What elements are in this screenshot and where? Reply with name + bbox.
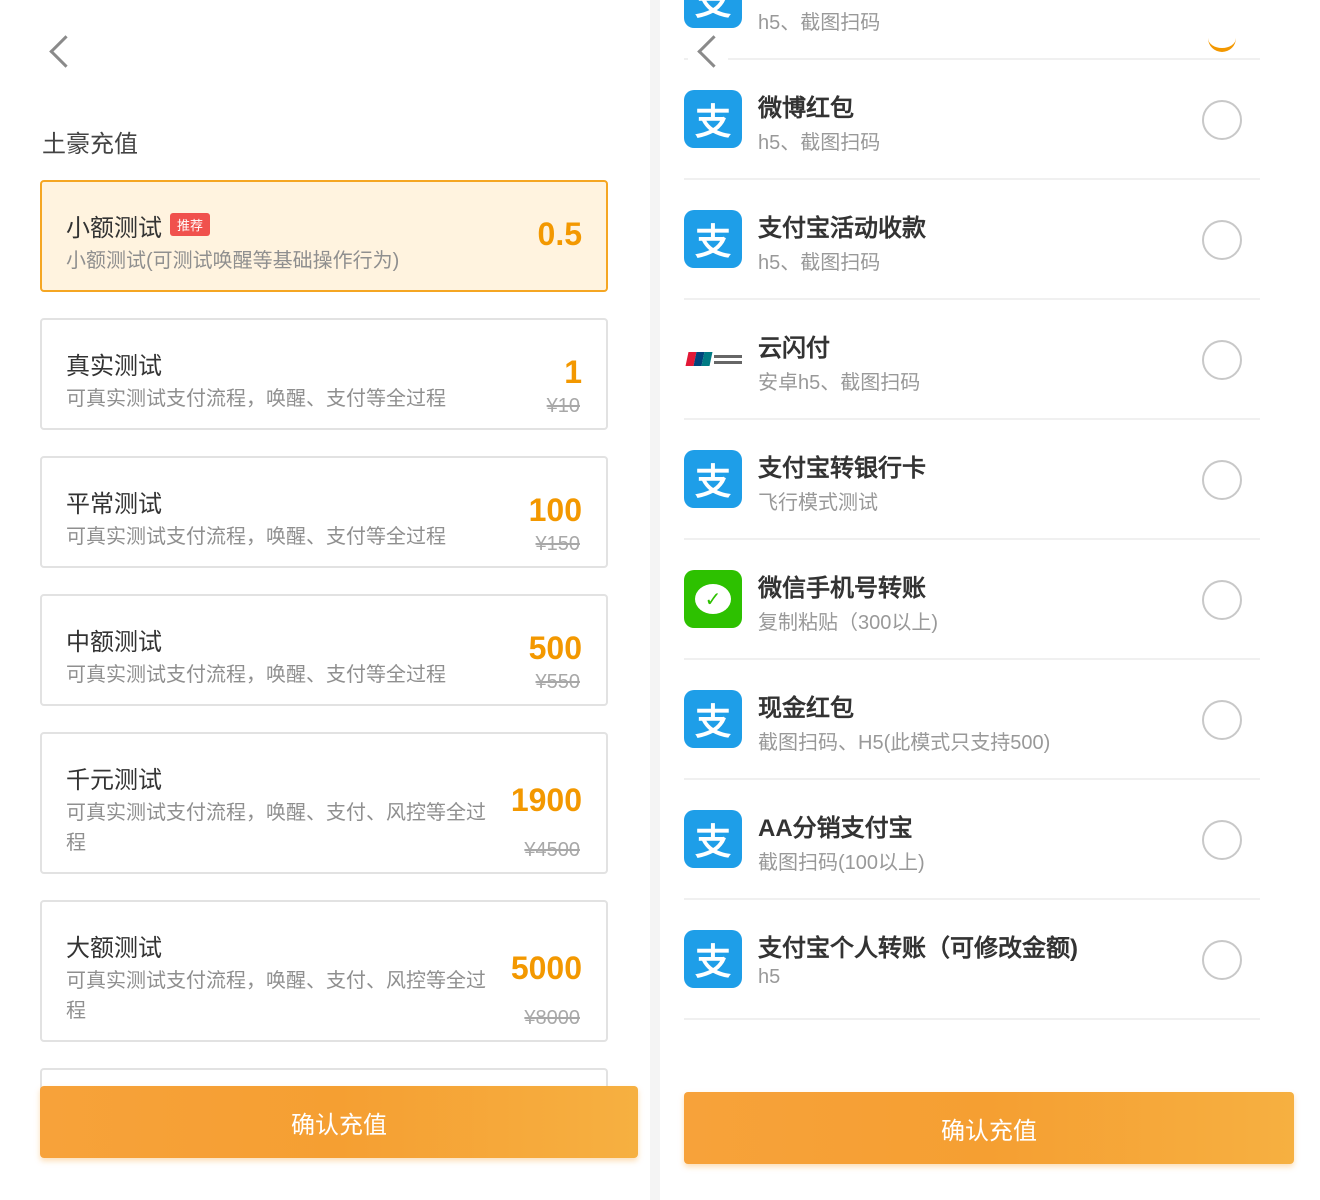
method-desc: h5 <box>758 966 781 988</box>
recharge-plan-panel: 土豪充值 小额测试 推荐 小额测试(可测试唤醒等基础操作行为) 0.5 真实测试 … <box>0 0 660 1200</box>
method-name: 支付宝活动收款 <box>758 215 926 242</box>
payment-method-wechat-phone[interactable]: ✓ 微信手机号转账 复制粘贴（300以上) <box>684 540 1260 660</box>
radio-button[interactable] <box>1202 580 1242 620</box>
plan-name: 千元测试 <box>66 767 162 794</box>
radio-button[interactable] <box>1202 340 1242 380</box>
back-arrow-icon[interactable] <box>688 32 728 72</box>
plan-card-small[interactable]: 小额测试 推荐 小额测试(可测试唤醒等基础操作行为) 0.5 <box>40 180 608 292</box>
radio-button[interactable] <box>1202 100 1242 140</box>
plan-desc: 可真实测试支付流程，唤醒、支付等全过程 <box>66 664 446 686</box>
plan-desc: 可真实测试支付流程，唤醒、支付、风控等全过程 <box>66 802 486 854</box>
plan-desc: 小额测试(可测试唤醒等基础操作行为) <box>66 250 400 272</box>
method-name: 云闪付 <box>758 335 830 362</box>
method-desc: 截图扫码、H5(此模式只支持500) <box>758 732 1051 754</box>
plan-card-large[interactable]: 大额测试 可真实测试支付流程，唤醒、支付、风控等全过程 5000 ¥8000 <box>40 900 608 1042</box>
method-desc: h5、截图扫码 <box>758 252 881 274</box>
plan-old-price: ¥8000 <box>524 1007 580 1029</box>
payment-method-panel: 支 h5、截图扫码 支 微博红包 h5、截图扫码 支 支付宝活动收款 h5、截图… <box>660 0 1320 1200</box>
plan-price: 100 <box>528 492 582 528</box>
plan-name: 大额测试 <box>66 935 162 962</box>
plan-old-price: ¥4500 <box>524 839 580 861</box>
method-name: 微信手机号转账 <box>758 575 926 602</box>
plan-card-real[interactable]: 真实测试 可真实测试支付流程，唤醒、支付等全过程 1 ¥10 <box>40 318 608 430</box>
method-name: 支付宝转银行卡 <box>758 455 926 482</box>
payment-method-cash-redpacket[interactable]: 支 现金红包 截图扫码、H5(此模式只支持500) <box>684 660 1260 780</box>
method-desc: 飞行模式测试 <box>758 492 878 514</box>
radio-button[interactable] <box>1202 220 1242 260</box>
method-desc: h5、截图扫码 <box>758 132 881 154</box>
payment-method-alipay-activity[interactable]: 支 支付宝活动收款 h5、截图扫码 <box>684 180 1260 300</box>
plan-price: 1 <box>564 354 582 390</box>
plan-name: 真实测试 <box>66 353 162 380</box>
plan-desc: 可真实测试支付流程，唤醒、支付、风控等全过程 <box>66 970 486 1022</box>
radio-button[interactable] <box>1202 940 1242 980</box>
payment-method-alipay-bank[interactable]: 支 支付宝转银行卡 飞行模式测试 <box>684 420 1260 540</box>
method-name: AA分销支付宝 <box>758 815 913 842</box>
method-name: 现金红包 <box>758 695 854 722</box>
alipay-icon: 支 <box>684 450 742 508</box>
alipay-icon: 支 <box>684 0 742 28</box>
plan-price: 500 <box>528 630 582 666</box>
plan-card-thousand[interactable]: 千元测试 可真实测试支付流程，唤醒、支付、风控等全过程 1900 ¥4500 <box>40 732 608 874</box>
payment-method-partial[interactable]: 支 h5、截图扫码 <box>684 0 1260 60</box>
plan-name: 平常测试 <box>66 491 162 518</box>
radio-button[interactable] <box>1202 820 1242 860</box>
method-desc: 截图扫码(100以上) <box>758 852 925 874</box>
section-title: 土豪充值 <box>42 131 138 158</box>
plan-name: 中额测试 <box>66 629 162 656</box>
unionpay-icon <box>684 330 744 388</box>
method-desc: 安卓h5、截图扫码 <box>758 372 921 394</box>
method-desc: h5、截图扫码 <box>758 12 881 34</box>
alipay-icon: 支 <box>684 810 742 868</box>
payment-method-unionpay[interactable]: 云闪付 安卓h5、截图扫码 <box>684 300 1260 420</box>
payment-method-aa-alipay[interactable]: 支 AA分销支付宝 截图扫码(100以上) <box>684 780 1260 900</box>
radio-button[interactable] <box>1202 460 1242 500</box>
wechat-icon: ✓ <box>684 570 742 628</box>
radio-button[interactable] <box>1202 700 1242 740</box>
plan-old-price: ¥150 <box>535 533 581 555</box>
alipay-icon: 支 <box>684 930 742 988</box>
plan-old-price: ¥550 <box>535 671 581 693</box>
plan-name: 小额测试 推荐 <box>66 208 211 243</box>
plan-desc: 可真实测试支付流程，唤醒、支付等全过程 <box>66 526 446 548</box>
method-name: 微博红包 <box>758 95 854 122</box>
plan-price: 5000 <box>510 950 582 986</box>
plan-desc: 可真实测试支付流程，唤醒、支付等全过程 <box>66 388 446 410</box>
method-desc: 复制粘贴（300以上) <box>758 612 939 634</box>
recommend-badge: 推荐 <box>170 213 211 236</box>
back-arrow-icon[interactable] <box>40 32 80 72</box>
confirm-recharge-button[interactable]: 确认充值 <box>684 1092 1294 1164</box>
plan-card-normal[interactable]: 平常测试 可真实测试支付流程，唤醒、支付等全过程 100 ¥150 <box>40 456 608 568</box>
alipay-icon: 支 <box>684 210 742 268</box>
plan-old-price: ¥10 <box>546 395 580 417</box>
radio-selected[interactable] <box>1208 32 1236 52</box>
alipay-icon: 支 <box>684 90 742 148</box>
payment-method-list: 支 h5、截图扫码 支 微博红包 h5、截图扫码 支 支付宝活动收款 h5、截图… <box>684 0 1260 1020</box>
plan-price: 0.5 <box>537 216 582 252</box>
payment-method-weibo[interactable]: 支 微博红包 h5、截图扫码 <box>684 60 1260 180</box>
panel-divider <box>650 0 660 1200</box>
alipay-icon: 支 <box>684 690 742 748</box>
plan-price: 1900 <box>510 782 582 818</box>
plan-list: 小额测试 推荐 小额测试(可测试唤醒等基础操作行为) 0.5 真实测试 可真实测试… <box>40 180 608 1108</box>
confirm-recharge-button[interactable]: 确认充值 <box>40 1086 638 1158</box>
payment-method-alipay-personal[interactable]: 支 支付宝个人转账（可修改金额) h5 <box>684 900 1260 1020</box>
method-name: 支付宝个人转账（可修改金额) <box>758 935 1078 962</box>
plan-card-medium[interactable]: 中额测试 可真实测试支付流程，唤醒、支付等全过程 500 ¥550 <box>40 594 608 706</box>
